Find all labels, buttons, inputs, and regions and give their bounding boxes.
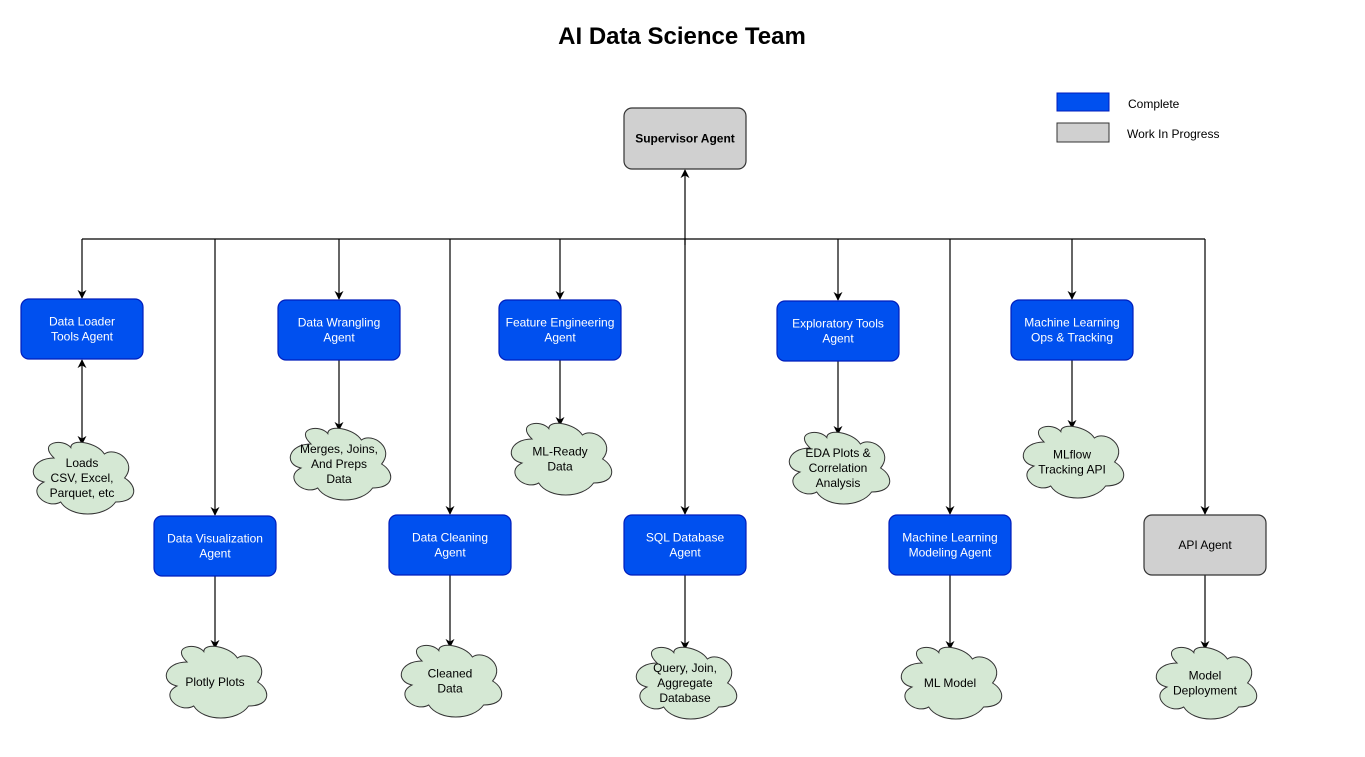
output-cloud-feature-engineering: ML-ReadyData	[510, 422, 613, 496]
feature-engineering-label-line: Feature Engineering	[506, 316, 615, 330]
output-cloud-data-loader: LoadsCSV, Excel,Parquet, etc	[32, 441, 135, 515]
output-label-line: Data	[437, 682, 463, 696]
output-label-line: And Preps	[311, 457, 367, 471]
output-label-line: Data	[547, 460, 573, 474]
diagram-title: AI Data Science Team	[558, 23, 806, 50]
supervisor-label: Supervisor Agent	[635, 132, 735, 146]
output-label-line: ML-Ready	[532, 445, 587, 459]
output-label-line: ML Model	[924, 676, 976, 690]
node-exploratory-tools-agent[interactable]: Exploratory ToolsAgent	[776, 300, 900, 362]
legend: Complete Work In Progress	[1056, 92, 1219, 143]
output-label-line: Cleaned	[428, 667, 473, 681]
output-cloud-exploratory-tools: EDA Plots &CorrelationAnalysis	[788, 431, 891, 505]
data-visualization-label-line: Agent	[199, 547, 231, 561]
data-wrangling-label-line: Data Wrangling	[298, 316, 381, 330]
feature-engineering-label-line: Agent	[544, 331, 576, 345]
output-label-line: Query, Join,	[653, 661, 717, 675]
output-label-line: Database	[659, 691, 711, 705]
org-diagram: AI Data Science Team Complete Work In Pr…	[20, 23, 1267, 720]
output-label-line: MLflow	[1053, 448, 1091, 462]
output-label-line: EDA Plots &	[805, 446, 870, 460]
node-data-cleaning-agent[interactable]: Data CleaningAgent	[388, 514, 512, 576]
output-label-line: Deployment	[1173, 684, 1238, 698]
output-cloud-sql-database: Query, Join,AggregateDatabase	[635, 646, 738, 720]
output-cloud-data-visualization: Plotly Plots	[165, 645, 268, 719]
legend-swatch-wip	[1056, 122, 1110, 143]
output-label-line: Tracking API	[1038, 463, 1106, 477]
connectors	[77, 169, 1210, 650]
output-label-line: Analysis	[816, 476, 861, 490]
data-cleaning-label-line: Data Cleaning	[412, 531, 488, 545]
api-agent-label-line: API Agent	[1178, 538, 1232, 552]
output-cloud-ml-modeling: ML Model	[900, 646, 1003, 720]
output-label-line: Data	[326, 472, 352, 486]
node-mlops-tracking-agent[interactable]: Machine LearningOps & Tracking	[1010, 299, 1134, 361]
data-loader-label-line: Tools Agent	[51, 330, 114, 344]
mlops-tracking-label-line: Machine Learning	[1024, 316, 1119, 330]
data-cleaning-label-line: Agent	[434, 546, 466, 560]
node-feature-engineering-agent[interactable]: Feature EngineeringAgent	[498, 299, 622, 361]
node-api-agent-agent[interactable]: API Agent	[1143, 514, 1267, 576]
data-wrangling-label-line: Agent	[323, 331, 355, 345]
mlops-tracking-label-line: Ops & Tracking	[1031, 331, 1113, 345]
nodes: Supervisor Agent Data LoaderTools Agent Lo…	[20, 107, 1267, 720]
exploratory-tools-label-line: Exploratory Tools	[792, 317, 884, 331]
node-data-wrangling-agent[interactable]: Data WranglingAgent	[277, 299, 401, 361]
data-visualization-label-line: Data Visualization	[167, 532, 263, 546]
exploratory-tools-label-line: Agent	[822, 332, 854, 346]
output-cloud-mlops-tracking: MLflowTracking API	[1022, 425, 1125, 499]
output-cloud-data-cleaning: CleanedData	[400, 644, 503, 718]
node-sql-database-agent[interactable]: SQL DatabaseAgent	[623, 514, 747, 576]
output-label-line: Parquet, etc	[50, 486, 115, 500]
output-label-line: Correlation	[809, 461, 868, 475]
output-label-line: Merges, Joins,	[300, 442, 378, 456]
ml-modeling-label-line: Machine Learning	[902, 531, 997, 545]
node-data-visualization-agent[interactable]: Data VisualizationAgent	[153, 515, 277, 577]
sql-database-label-line: Agent	[669, 546, 701, 560]
node-ml-modeling-agent[interactable]: Machine LearningModeling Agent	[888, 514, 1012, 576]
node-data-loader-agent[interactable]: Data LoaderTools Agent	[20, 298, 144, 360]
output-label-line: Loads	[66, 456, 99, 470]
legend-item-complete: Complete	[1056, 92, 1180, 112]
output-label-line: Plotly Plots	[185, 675, 244, 689]
legend-label-wip: Work In Progress	[1127, 127, 1219, 141]
sql-database-label-line: SQL Database	[646, 531, 725, 545]
output-label-line: CSV, Excel,	[51, 471, 114, 485]
output-label-line: Aggregate	[657, 676, 713, 690]
legend-item-wip: Work In Progress	[1056, 122, 1219, 143]
output-cloud-api-agent: ModelDeployment	[1155, 646, 1258, 720]
node-supervisor-agent[interactable]: Supervisor Agent	[623, 107, 747, 170]
ml-modeling-label-line: Modeling Agent	[909, 546, 992, 560]
legend-swatch-complete	[1056, 92, 1110, 112]
output-cloud-data-wrangling: Merges, Joins,And PrepsData	[289, 427, 392, 501]
legend-label-complete: Complete	[1128, 97, 1180, 111]
output-label-line: Model	[1189, 669, 1222, 683]
data-loader-label-line: Data Loader	[49, 315, 115, 329]
